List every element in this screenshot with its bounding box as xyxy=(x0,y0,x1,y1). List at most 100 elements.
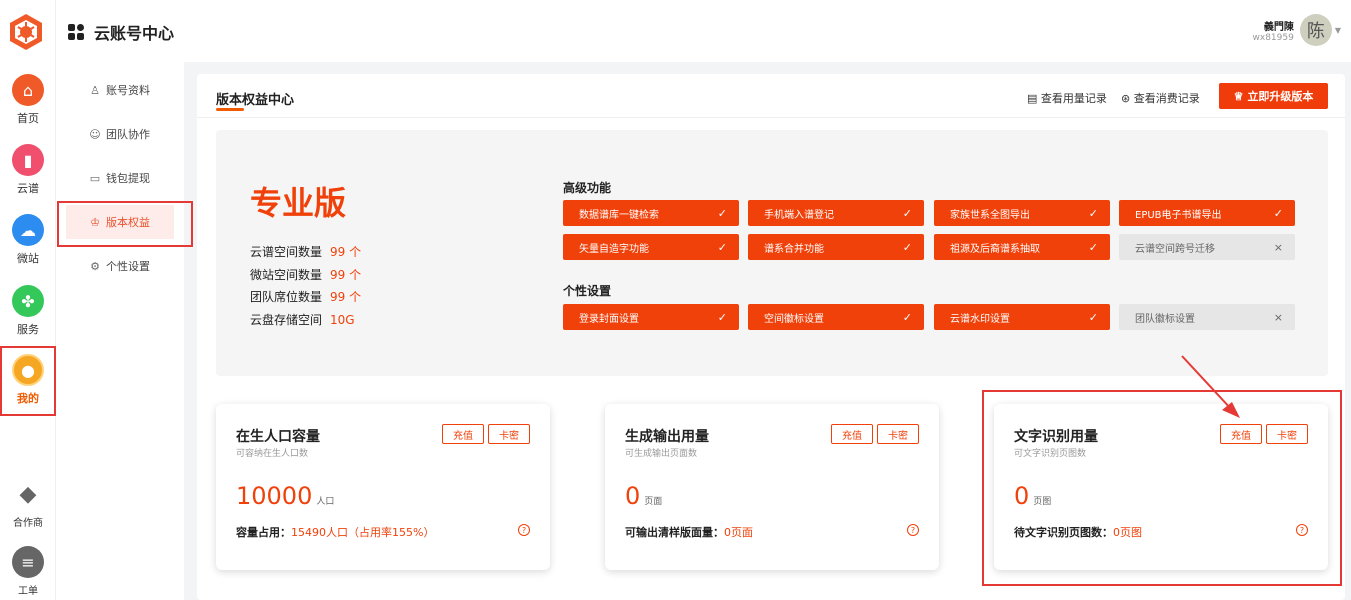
footer-value: 15490人口（占用率155%） xyxy=(291,526,435,539)
feature-label: 云谱空间跨号迁移 xyxy=(1135,243,1215,255)
close-icon: × xyxy=(1273,240,1283,254)
sidebar-item-label: 个性设置 xyxy=(106,260,150,273)
rail-item-home[interactable]: ⌂ 首页 xyxy=(0,74,56,126)
output-card: 生成输出用量 可生成输出页面数 充值 卡密 0 页面 可输出清样版面量：0页面 ? xyxy=(605,404,939,570)
consume-record-link[interactable]: ⊛ 查看消费记录 xyxy=(1121,90,1200,106)
plan-stat-row: 云谱空间数量 99 个 xyxy=(250,243,361,260)
feature-chip: 家族世系全图导出 ✓ xyxy=(934,200,1110,226)
stat-label: 云谱空间数量 xyxy=(250,245,323,259)
app-title-text: 云账号中心 xyxy=(94,24,175,43)
sidebar-item-personal[interactable]: ⚙ 个性设置 xyxy=(66,249,174,283)
recharge-button[interactable]: 充值 xyxy=(831,424,873,444)
user-outline-icon: ♙ xyxy=(90,83,100,97)
check-icon: ✓ xyxy=(902,206,912,220)
advanced-section-title: 高级功能 xyxy=(563,181,612,195)
card-subtitle: 可生成输出页面数 xyxy=(625,449,698,459)
card-key-button[interactable]: 卡密 xyxy=(877,424,919,444)
brand-logo-icon[interactable] xyxy=(6,12,46,52)
rail-item-label: 合作商 xyxy=(13,518,43,529)
plan-panel: 专业版 云谱空间数量 99 个 微站空间数量 99 个 团队席位数量 99 个 云盘存… xyxy=(216,130,1328,376)
sidebar-item-label: 团队协作 xyxy=(106,128,150,141)
plan-stat-row: 微站空间数量 99 个 xyxy=(250,266,361,283)
check-icon: ✓ xyxy=(902,310,912,324)
card-number: 0 xyxy=(625,482,641,510)
footer-label: 可输出清样版面量： xyxy=(625,526,724,539)
sidebar-item-team[interactable]: ☺ 团队协作 xyxy=(66,117,174,151)
feature-label: 矢量自造字功能 xyxy=(579,243,649,255)
help-icon[interactable]: ? xyxy=(907,524,919,536)
population-card: 在生人口容量 可容纳在生人口数 充值 卡密 10000 人口 容量占用：15490… xyxy=(216,404,550,570)
help-icon[interactable]: ? xyxy=(518,524,530,536)
feature-label: 数据谱库一键检索 xyxy=(579,209,659,221)
feature-chip: EPUB电子书谱导出 ✓ xyxy=(1119,200,1295,226)
rail-item-label: 服务 xyxy=(17,323,39,336)
card-unit: 页面 xyxy=(644,497,663,507)
sidebar-item-profile[interactable]: ♙ 账号资料 xyxy=(66,73,174,107)
upgrade-label: 立即升级版本 xyxy=(1247,91,1314,103)
feature-chip: 云谱水印设置 ✓ xyxy=(934,304,1110,330)
rail-item-partner[interactable]: ◆ 合作商 xyxy=(0,478,56,529)
check-icon: ✓ xyxy=(1088,206,1098,220)
feature-label: 云谱水印设置 xyxy=(950,313,1010,325)
rail-item-microsite[interactable]: ☁ 微站 xyxy=(0,214,56,266)
rail-item-label: 微站 xyxy=(17,252,39,265)
rail-item-label: 我的 xyxy=(17,392,39,405)
cloud-icon: ☁ xyxy=(12,214,44,246)
footer-label: 容量占用： xyxy=(236,526,291,539)
feature-chip-disabled: 团队徽标设置 × xyxy=(1119,304,1295,330)
feature-label: 祖源及后裔谱系抽取 xyxy=(950,243,1040,255)
settings-icon: ⚙ xyxy=(90,259,100,273)
home-icon: ⌂ xyxy=(12,74,44,106)
feature-chip: 空间徽标设置 ✓ xyxy=(748,304,924,330)
sidebar-item-label: 账号资料 xyxy=(106,84,150,97)
card-key-button[interactable]: 卡密 xyxy=(488,424,530,444)
book-icon: ▮ xyxy=(12,144,44,176)
rail-item-mine[interactable]: ● 我的 xyxy=(0,346,56,416)
top-bar: 云账号中心 義門陳 wx81959 陈 ▼ xyxy=(56,0,1351,62)
rail-item-pedigree[interactable]: ▮ 云谱 xyxy=(0,144,56,196)
card-value: 10000 人口 xyxy=(236,482,334,510)
stat-label: 云盘存储空间 xyxy=(250,313,323,327)
consume-record-label: 查看消费记录 xyxy=(1133,92,1200,105)
personal-section-title: 个性设置 xyxy=(563,284,612,298)
rail-item-label: 首页 xyxy=(17,112,39,125)
plan-stat-row: 团队席位数量 99 个 xyxy=(250,288,361,305)
icon-rail: ⌂ 首页 ▮ 云谱 ☁ 微站 ✤ 服务 ● 我的 ◆ 合作商 ≡ 工单 xyxy=(0,0,56,600)
feature-label: 手机端入谱登记 xyxy=(764,209,834,221)
team-icon: ☺ xyxy=(89,127,101,141)
rail-item-ticket[interactable]: ≡ 工单 xyxy=(0,546,56,597)
check-icon: ✓ xyxy=(717,310,727,324)
page-title: 版本权益中心 xyxy=(216,93,295,108)
feature-label: 团队徽标设置 xyxy=(1135,313,1195,325)
card-value: 0 页面 xyxy=(625,482,662,510)
close-icon: × xyxy=(1273,310,1283,324)
stat-label: 团队席位数量 xyxy=(250,290,323,304)
sidebar-item-wallet[interactable]: ▭ 钱包提现 xyxy=(66,161,174,195)
coin-icon: ⊛ xyxy=(1121,92,1131,105)
crown-icon: ♕ xyxy=(1233,90,1244,103)
stat-value: 99 个 xyxy=(330,290,362,304)
feature-chip: 登录封面设置 ✓ xyxy=(563,304,739,330)
card-unit: 人口 xyxy=(316,497,335,507)
clover-icon: ✤ xyxy=(12,285,44,317)
highlight-outline xyxy=(982,390,1342,586)
avatar[interactable]: 陈 xyxy=(1299,14,1332,46)
feature-chip-disabled: 云谱空间跨号迁移 × xyxy=(1119,234,1295,260)
record-icon: ▤ xyxy=(1027,92,1038,105)
wallet-icon: ▭ xyxy=(89,171,101,185)
card-number: 10000 xyxy=(236,482,313,510)
user-menu[interactable]: 義門陳 wx81959 陈 ▼ xyxy=(1253,14,1341,46)
usage-record-link[interactable]: ▤ 查看用量记录 xyxy=(1027,90,1107,106)
chevron-down-icon[interactable]: ▼ xyxy=(1335,26,1341,35)
feature-label: 登录封面设置 xyxy=(579,313,639,325)
feature-chip: 矢量自造字功能 ✓ xyxy=(563,234,739,260)
card-subtitle: 可容纳在生人口数 xyxy=(236,449,309,459)
upgrade-button[interactable]: ♕ 立即升级版本 xyxy=(1219,83,1328,109)
recharge-button[interactable]: 充值 xyxy=(442,424,484,444)
user-name: 義門陳 xyxy=(1263,21,1294,33)
check-icon: ✓ xyxy=(717,240,727,254)
card-footer: 可输出清样版面量：0页面 xyxy=(625,524,753,540)
card-title: 在生人口容量 xyxy=(236,429,320,445)
feature-chip: 手机端入谱登记 ✓ xyxy=(748,200,924,226)
rail-item-service[interactable]: ✤ 服务 xyxy=(0,285,56,337)
